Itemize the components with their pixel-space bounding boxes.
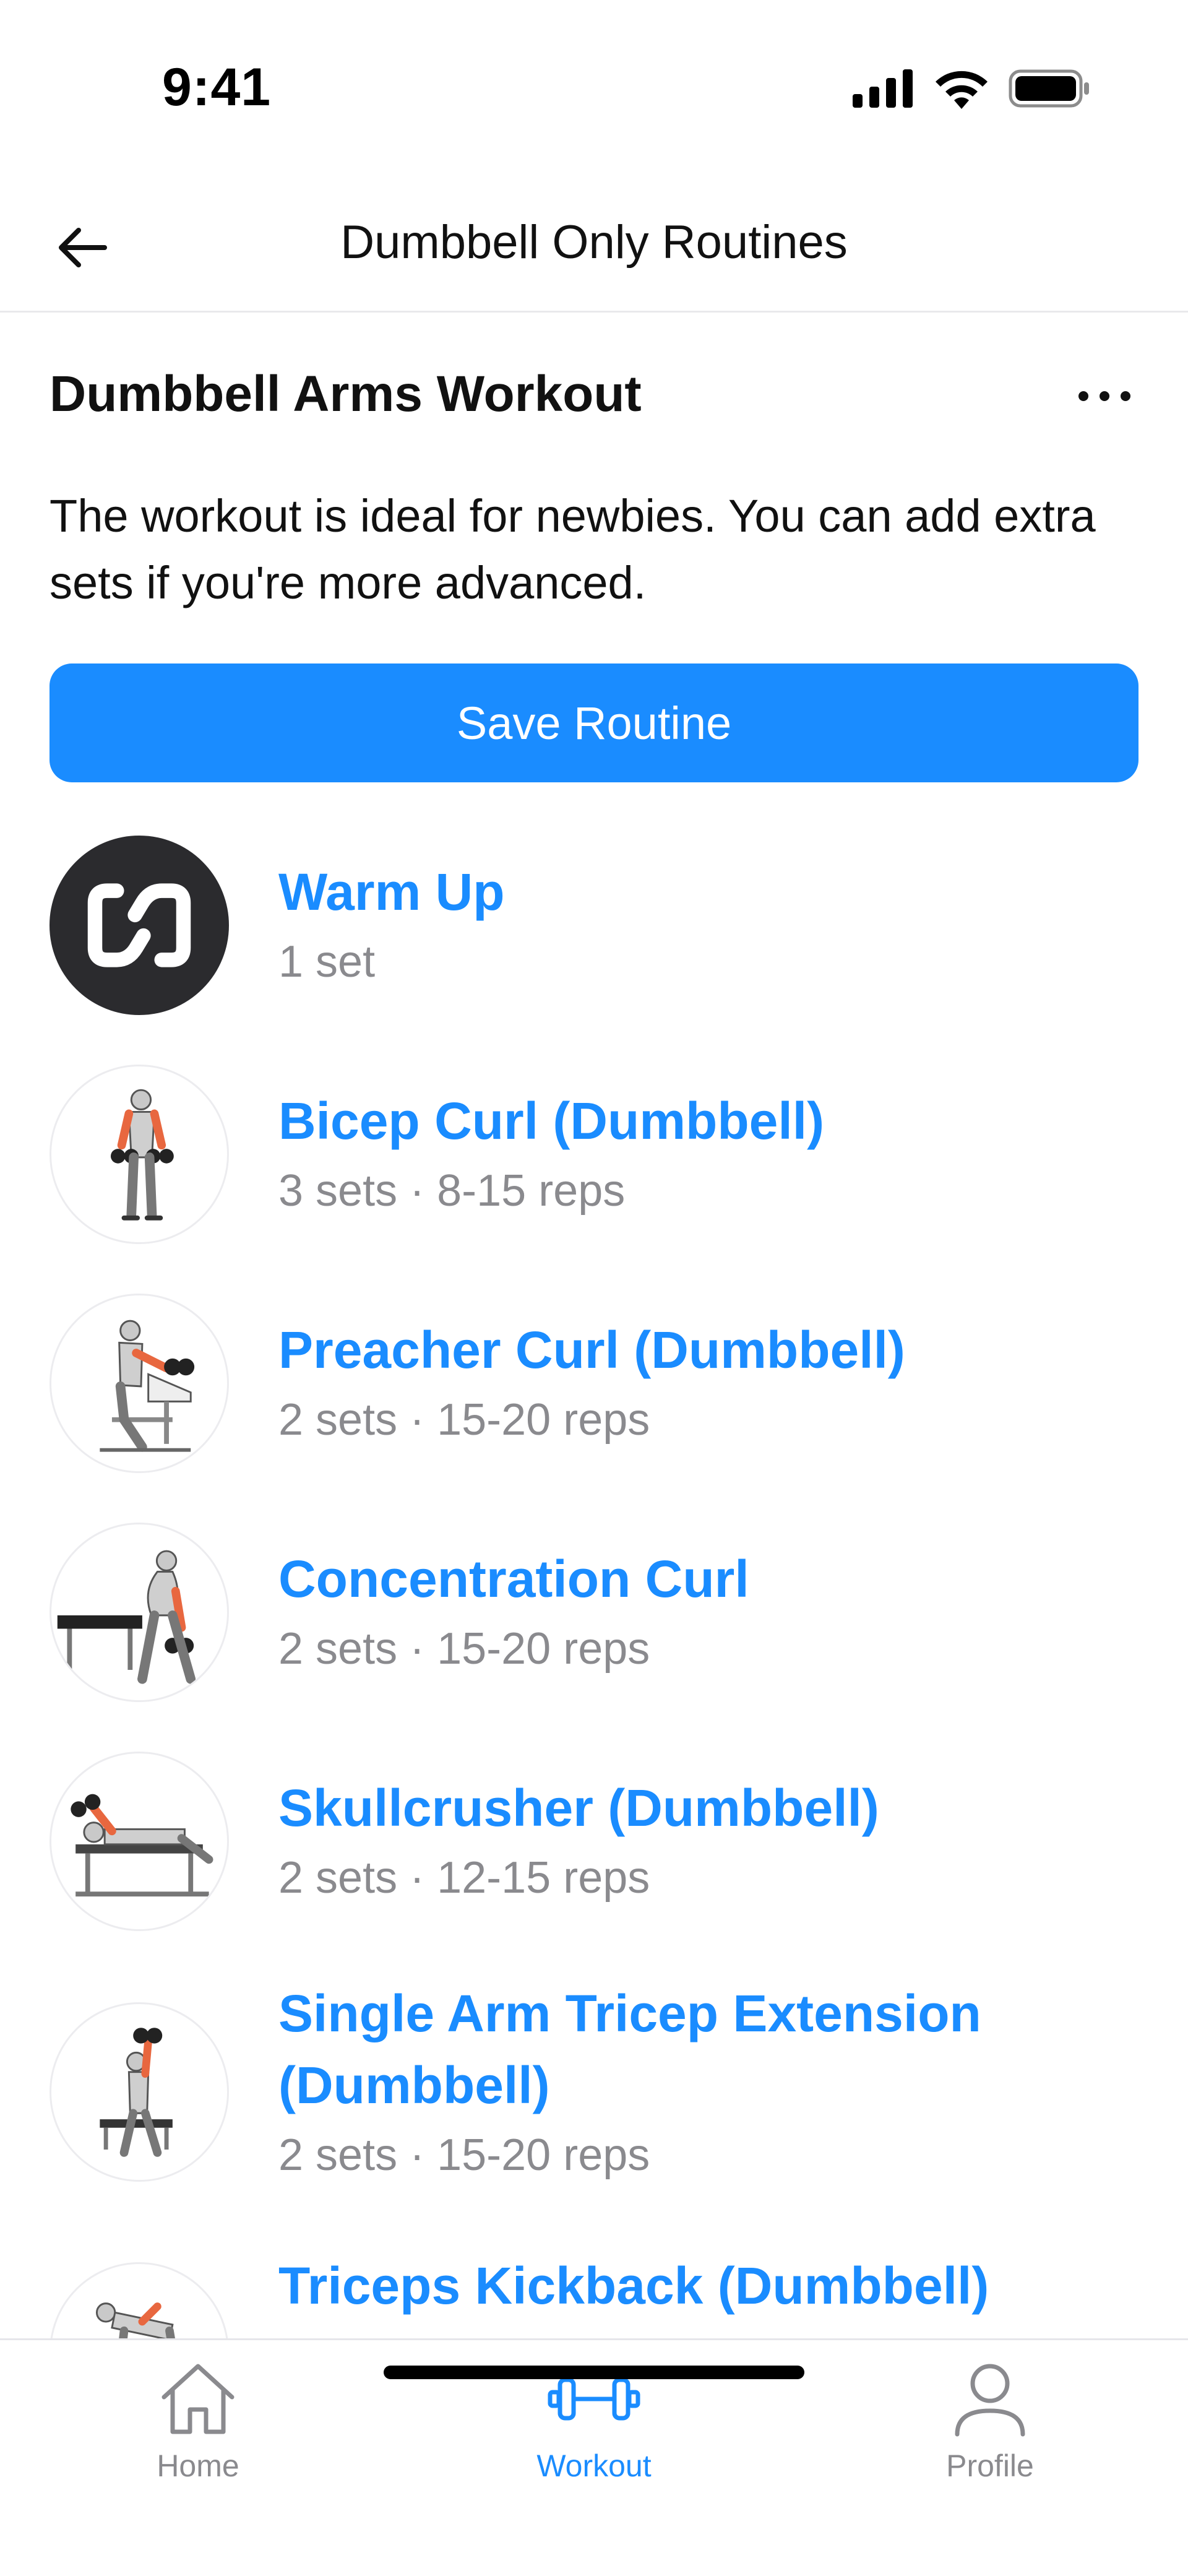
nav-header: Dumbbell Only Routines [0,186,1188,313]
exercise-item-skullcrusher[interactable]: Skullcrusher (Dumbbell) 2 sets · 12-15 r… [0,1748,1188,1934]
app-screen: 9:41 Dumbbell Only Routines Dumbbell Arm… [0,0,1188,2576]
more-horizontal-icon [1100,391,1109,401]
exercise-name: Warm Up [278,863,505,921]
exercise-list[interactable]: Warm Up 1 set Bicep Curl (Dumbbell) 3 se… [0,829,1188,2340]
exercise-meta: 2 sets · 15-20 reps [278,2130,650,2180]
exercise-text: Bicep Curl (Dumbbell) 3 sets · 8-15 reps [278,1085,1157,1225]
battery-icon [1009,69,1089,108]
exercise-name: Triceps Kickback (Dumbbell) [278,2257,989,2315]
exercise-item-triceps-kickback[interactable]: Triceps Kickback (Dumbbell) [0,2241,1188,2340]
tab-label: Home [157,2448,239,2483]
status-icons [853,67,1090,110]
tab-workout[interactable]: Workout [501,2359,687,2495]
exercise-name: Single Arm Tricep Extension (Dumbbell) [278,1984,981,2114]
exercise-item-single-arm-tricep-extension[interactable]: Single Arm Tricep Extension (Dumbbell) 2… [0,1977,1188,2219]
routine-description: The workout is ideal for newbies. You ca… [50,490,1096,608]
exercise-meta: 3 sets · 8-15 reps [278,1166,626,1216]
page-title: Dumbbell Only Routines [340,216,848,269]
exercise-text: Preacher Curl (Dumbbell) 2 sets · 15-20 … [278,1314,1157,1454]
exercise-item-warm-up[interactable]: Warm Up 1 set [0,832,1188,1018]
more-horizontal-icon [1078,391,1088,401]
wifi-icon [936,71,988,109]
tricep-extension-illustration [50,2002,229,2182]
exercise-meta: 1 set [278,937,376,987]
exercise-text: Concentration Curl 2 sets · 15-20 reps [278,1543,1157,1683]
status-time: 9:41 [162,58,272,117]
tab-profile[interactable]: Profile [897,2359,1083,2495]
profile-icon [955,2364,1025,2437]
exercise-meta: 2 sets · 12-15 reps [278,1853,650,1903]
routine-title: Dumbbell Arms Workout [50,366,642,422]
tab-home[interactable]: Home [105,2359,291,2495]
triceps-kickback-illustration [50,2262,229,2340]
exercise-item-concentration-curl[interactable]: Concentration Curl 2 sets · 15-20 reps [0,1519,1188,1705]
tab-label: Workout [536,2448,652,2483]
exercise-name: Skullcrusher (Dumbbell) [278,1779,879,1837]
exercise-name: Concentration Curl [278,1550,749,1608]
exercise-item-bicep-curl[interactable]: Bicep Curl (Dumbbell) 3 sets · 8-15 reps [0,1061,1188,1247]
more-horizontal-icon [1121,391,1130,401]
exercise-item-preacher-curl[interactable]: Preacher Curl (Dumbbell) 2 sets · 15-20 … [0,1290,1188,1476]
exercise-name: Preacher Curl (Dumbbell) [278,1321,905,1379]
home-indicator[interactable] [384,2366,804,2379]
exercise-text: Single Arm Tricep Extension (Dumbbell) 2… [278,1977,1157,2189]
save-routine-button[interactable]: Save Routine [50,663,1138,782]
exercise-text: Warm Up 1 set [278,856,1157,996]
skullcrusher-illustration [50,1752,229,1931]
signal-icon [853,69,913,108]
exercise-text: Triceps Kickback (Dumbbell) [278,2250,1157,2322]
home-icon [161,2364,235,2434]
tab-label: Profile [946,2448,1034,2483]
exercise-text: Skullcrusher (Dumbbell) 2 sets · 12-15 r… [278,1772,1157,1912]
bicep-curl-illustration [50,1065,229,1244]
exercise-meta: 2 sets · 15-20 reps [278,1624,650,1674]
warmup-logo-icon [50,836,229,1015]
concentration-curl-illustration [50,1523,229,1702]
exercise-meta: 2 sets · 15-20 reps [278,1395,650,1445]
status-bar: 9:41 [0,0,1188,155]
more-options-button[interactable] [1070,371,1138,421]
exercise-name: Bicep Curl (Dumbbell) [278,1092,825,1150]
preacher-curl-illustration [50,1294,229,1473]
